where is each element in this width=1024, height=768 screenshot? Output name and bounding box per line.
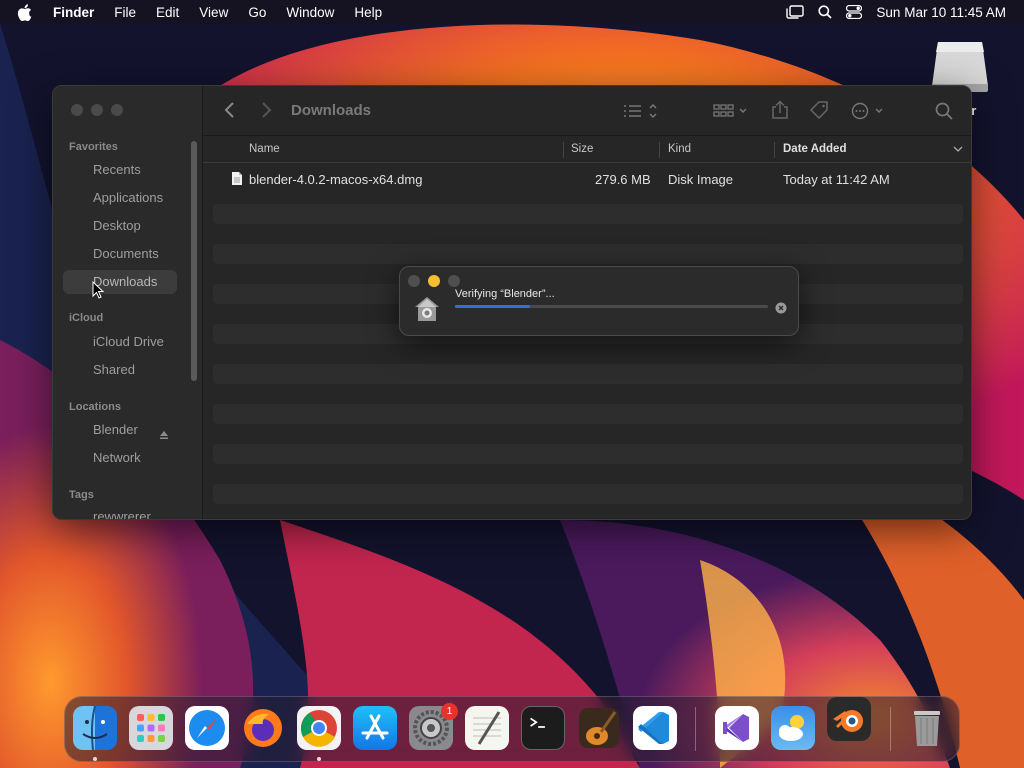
sort-chevron-icon[interactable] (953, 144, 963, 156)
sidebar-section-icloud: iCloud (69, 312, 104, 324)
menu-go[interactable]: Go (238, 5, 276, 20)
finder-sidebar: Favorites Recents Applications Desktop D… (53, 86, 203, 519)
sidebar-item-shared[interactable]: Shared (63, 358, 177, 382)
sidebar-section-favorites: Favorites (69, 141, 118, 153)
visual-studio-dock-icon[interactable] (715, 706, 759, 750)
trash-icon[interactable] (905, 706, 949, 750)
zoom-button[interactable] (111, 104, 123, 116)
sidebar-item-downloads[interactable]: Downloads (63, 270, 177, 294)
menu-edit[interactable]: Edit (146, 5, 189, 20)
sidebar-section-locations: Locations (69, 401, 121, 413)
search-icon[interactable] (818, 5, 833, 19)
apple-menu-icon[interactable] (17, 3, 37, 21)
sidebar-scrollbar[interactable] (191, 141, 197, 381)
column-header: Name Size Kind Date Added (203, 137, 971, 163)
share-icon[interactable] (771, 100, 789, 125)
sidebar-item-documents[interactable]: Documents (63, 242, 177, 266)
column-name[interactable]: Name (249, 143, 280, 155)
file-size: 279.6 MB (595, 172, 651, 187)
sidebar-section-tags: Tags (69, 489, 94, 501)
safari-dock-icon[interactable] (185, 706, 229, 750)
column-divider[interactable] (563, 142, 564, 158)
menu-window[interactable]: Window (276, 5, 344, 20)
sidebar-item-icloud-drive[interactable]: iCloud Drive (63, 330, 177, 354)
chrome-dock-icon[interactable] (297, 706, 341, 750)
column-divider[interactable] (774, 142, 775, 158)
garageband-dock-icon[interactable] (577, 706, 621, 750)
terminal-dock-icon[interactable] (521, 706, 565, 750)
file-row[interactable]: blender-4.0.2-macos-x64.dmg 279.6 MB Dis… (203, 168, 971, 190)
dialog-message: Verifying “Blender”... (455, 288, 555, 300)
window-title: Downloads (291, 102, 372, 119)
verification-progress-bar (455, 305, 768, 308)
control-center-icon[interactable] (846, 5, 863, 19)
file-name: blender-4.0.2-macos-x64.dmg (249, 172, 423, 187)
stop-icon[interactable] (775, 301, 787, 319)
dock (64, 696, 960, 762)
sidebar-item-desktop[interactable]: Desktop (63, 214, 177, 238)
column-date-added[interactable]: Date Added (783, 143, 846, 155)
verifying-dialog: Verifying “Blender”... (399, 266, 799, 336)
sidebar-item-network[interactable]: Network (63, 446, 177, 470)
installer-app-icon (413, 295, 441, 328)
menu-file[interactable]: File (104, 5, 146, 20)
finder-dock-icon[interactable] (73, 706, 117, 750)
blender-dock-icon[interactable] (827, 697, 871, 741)
sidebar-item-tag[interactable]: rewwrerer (63, 506, 177, 519)
column-size[interactable]: Size (571, 143, 593, 155)
dialog-window-controls (408, 275, 460, 287)
file-kind: Disk Image (668, 172, 734, 187)
menu-help[interactable]: Help (344, 5, 392, 20)
forward-button[interactable] (259, 101, 273, 124)
window-controls (71, 104, 123, 116)
finder-toolbar: Downloads (203, 86, 971, 136)
sidebar-item-recents[interactable]: Recents (63, 158, 177, 182)
sidebar-item-label: Blender (93, 422, 138, 437)
menubar-clock[interactable]: Sun Mar 10 11:45 AM (876, 5, 1006, 20)
file-list-stripes (213, 164, 963, 519)
sidebar-item-blender[interactable]: Blender (63, 418, 177, 442)
search-icon[interactable] (935, 102, 953, 125)
back-button[interactable] (223, 101, 237, 124)
app-store-dock-icon[interactable] (353, 706, 397, 750)
progress-fill (455, 305, 531, 308)
textedit-dock-icon[interactable] (465, 706, 509, 750)
minimize-button[interactable] (91, 104, 103, 116)
document-icon (231, 171, 243, 189)
dialog-zoom-button[interactable] (448, 275, 460, 287)
firefox-dock-icon[interactable] (241, 706, 285, 750)
column-divider[interactable] (659, 142, 660, 158)
app-menu-finder[interactable]: Finder (47, 5, 104, 20)
launchpad-dock-icon[interactable] (129, 706, 173, 750)
close-button[interactable] (71, 104, 83, 116)
dialog-minimize-button[interactable] (428, 275, 440, 287)
vscode-dock-icon[interactable] (633, 706, 677, 750)
more-actions-icon[interactable] (851, 102, 887, 125)
list-view-icon[interactable] (623, 103, 661, 124)
dialog-close-button[interactable] (408, 275, 420, 287)
settings-notification-badge: 1 (441, 703, 458, 720)
menu-bar: Finder File Edit View Go Window Help Sun… (0, 0, 1024, 24)
mouse-cursor-icon (92, 280, 105, 304)
stage-manager-icon[interactable] (786, 5, 805, 19)
menu-view[interactable]: View (189, 5, 238, 20)
group-by-icon[interactable] (713, 103, 749, 124)
eject-icon[interactable] (159, 424, 169, 448)
file-date-added: Today at 11:42 AM (783, 172, 890, 187)
column-kind[interactable]: Kind (668, 143, 691, 155)
sidebar-item-applications[interactable]: Applications (63, 186, 177, 210)
weather-dock-icon[interactable] (771, 706, 815, 750)
tag-icon[interactable] (809, 101, 829, 124)
